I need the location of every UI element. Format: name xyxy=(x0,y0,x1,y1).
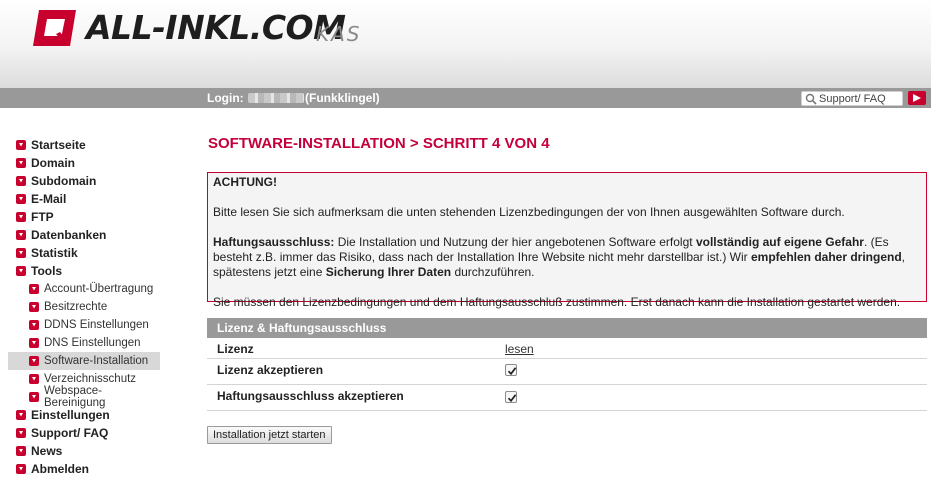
checkmark-icon xyxy=(507,394,517,403)
sidebar-item-label: FTP xyxy=(31,210,54,224)
license-table: Lizenz & Haftungsausschluss Lizenz lesen… xyxy=(207,318,927,411)
header: ALL-INKL.COM KAS xyxy=(0,0,931,88)
top-bar: Login: (Funkklingel) xyxy=(0,88,931,108)
nav-bullet-icon xyxy=(16,428,26,438)
sidebar-item-label: Datenbanken xyxy=(31,228,107,242)
nav-bullet-icon xyxy=(16,446,26,456)
logo-suffix: KAS xyxy=(316,22,362,46)
sidebar-item-domain[interactable]: Domain xyxy=(8,154,160,172)
license-label: Lizenz xyxy=(217,342,254,356)
accept-license-label: Lizenz akzeptieren xyxy=(217,363,324,377)
sidebar-item-label: Abmelden xyxy=(31,462,90,476)
accept-liability-checkbox[interactable] xyxy=(505,391,517,403)
sidebar-item-tools[interactable]: Tools xyxy=(8,262,160,280)
login-username-redacted xyxy=(248,93,304,103)
login-label: Login: xyxy=(207,91,244,105)
sidebar-item-label: Einstellungen xyxy=(31,408,110,422)
sidebar-item-startseite[interactable]: Startseite xyxy=(8,136,160,154)
logo-text: ALL-INKL.COM xyxy=(86,8,346,47)
nav-bullet-icon xyxy=(16,230,26,240)
table-row: Lizenz lesen xyxy=(207,338,927,359)
logo-icon xyxy=(33,10,76,46)
warning-heading: ACHTUNG! xyxy=(213,175,277,189)
sidebar-item-label: News xyxy=(31,444,63,458)
checkmark-icon xyxy=(507,367,517,376)
login-info: Login: (Funkklingel) xyxy=(207,91,380,105)
warning-box: ACHTUNG! Bitte lesen Sie sich aufmerksam… xyxy=(207,172,927,309)
sidebar-item-support-faq[interactable]: Support/ FAQ xyxy=(8,424,160,442)
nav-bullet-icon xyxy=(16,248,26,258)
sidebar-item-label: Software-Installation xyxy=(44,355,149,367)
accept-license-cell xyxy=(505,364,517,376)
sidebar-item-label: Domain xyxy=(31,156,76,170)
sidebar-item-label: DDNS Einstellungen xyxy=(44,319,149,331)
search-box[interactable] xyxy=(801,91,903,106)
warning-emph-3: Sicherung Ihrer Daten xyxy=(325,265,452,279)
nav-bullet-icon xyxy=(29,284,39,294)
warning-text-4: durchzuführen. xyxy=(451,265,535,279)
sidebar-item-dns-einstellungen[interactable]: DNS Einstellungen xyxy=(8,334,160,352)
sidebar-item-label: Support/ FAQ xyxy=(31,426,109,440)
nav-bullet-icon xyxy=(16,266,26,276)
sidebar-item-label: Account-Übertragung xyxy=(44,283,154,295)
warning-text-1: Die Installation und Nutzung der hier an… xyxy=(334,235,696,249)
sidebar-item-datenbanken[interactable]: Datenbanken xyxy=(8,226,160,244)
warning-emph-1: vollständig auf eigene Gefahr xyxy=(695,235,864,249)
nav-bullet-icon xyxy=(16,140,26,150)
nav-bullet-icon xyxy=(29,302,39,312)
sidebar-item-ftp[interactable]: FTP xyxy=(8,208,160,226)
sidebar-item-webspace-bereinigung[interactable]: Webspace-Bereinigung xyxy=(8,385,160,409)
warning-intro: Bitte lesen Sie sich aufmerksam die unte… xyxy=(213,205,845,219)
search-go-button[interactable] xyxy=(908,91,926,105)
warning-emph-2: empfehlen daher dringend xyxy=(750,250,902,264)
sidebar-item-label: Startseite xyxy=(31,138,86,152)
sidebar-item-news[interactable]: News xyxy=(8,442,160,460)
warning-liability-label: Haftungsausschluss: xyxy=(213,235,335,249)
sidebar-item-label: Verzeichnisschutz xyxy=(44,373,137,385)
nav-bullet-icon xyxy=(16,212,26,222)
accept-liability-cell xyxy=(505,391,517,403)
nav-bullet-icon xyxy=(29,338,39,348)
start-installation-button[interactable]: Installation jetzt starten xyxy=(207,426,332,444)
page-title: SOFTWARE-INSTALLATION > SCHRITT 4 VON 4 xyxy=(208,135,550,152)
nav-bullet-icon xyxy=(29,356,39,366)
nav-bullet-icon xyxy=(16,194,26,204)
accept-liability-label: Haftungsausschluss akzeptieren xyxy=(217,389,404,403)
license-table-heading: Lizenz & Haftungsausschluss xyxy=(207,318,927,338)
sidebar-item-besitzrechte[interactable]: Besitzrechte xyxy=(8,298,160,316)
login-suffix: (Funkklingel) xyxy=(305,91,380,105)
nav-bullet-icon xyxy=(29,392,39,402)
sidebar-item-label: DNS Einstellungen xyxy=(44,337,141,349)
nav-bullet-icon xyxy=(16,176,26,186)
search-icon xyxy=(805,93,817,105)
nav-bullet-icon xyxy=(16,410,26,420)
table-row: Lizenz akzeptieren xyxy=(207,359,927,385)
sidebar-item-label: Subdomain xyxy=(31,174,97,188)
read-license-link[interactable]: lesen xyxy=(505,342,534,356)
search-input[interactable] xyxy=(819,92,901,105)
sidebar-item-label: E-Mail xyxy=(31,192,67,206)
table-row: Haftungsausschluss akzeptieren xyxy=(207,385,927,411)
sidebar-item-label: Besitzrechte xyxy=(44,301,108,313)
sidebar-item-statistik[interactable]: Statistik xyxy=(8,244,160,262)
accept-license-checkbox[interactable] xyxy=(505,364,517,376)
sidebar-item-label: Tools xyxy=(31,264,63,278)
play-icon xyxy=(913,94,921,102)
warning-liability: Haftungsausschluss: Die Installation und… xyxy=(213,235,921,280)
sidebar-item-e-mail[interactable]: E-Mail xyxy=(8,190,160,208)
sidebar-item-abmelden[interactable]: Abmelden xyxy=(8,460,160,478)
warning-consent: Sie müssen den Lizenzbedingungen und dem… xyxy=(213,295,901,309)
sidebar-item-ddns-einstellungen[interactable]: DDNS Einstellungen xyxy=(8,316,160,334)
sidebar-item-software-installation[interactable]: Software-Installation xyxy=(8,352,160,370)
sidebar-nav: Startseite Domain Subdomain E-Mail FTP Datenb… xyxy=(8,136,160,478)
nav-bullet-icon xyxy=(29,374,39,384)
nav-bullet-icon xyxy=(16,464,26,474)
sidebar-item-label: Statistik xyxy=(31,246,78,260)
nav-bullet-icon xyxy=(29,320,39,330)
sidebar-item-label: Webspace-Bereinigung xyxy=(44,385,106,409)
sidebar-item-account-übertragung[interactable]: Account-Übertragung xyxy=(8,280,160,298)
nav-bullet-icon xyxy=(16,158,26,168)
sidebar-item-subdomain[interactable]: Subdomain xyxy=(8,172,160,190)
